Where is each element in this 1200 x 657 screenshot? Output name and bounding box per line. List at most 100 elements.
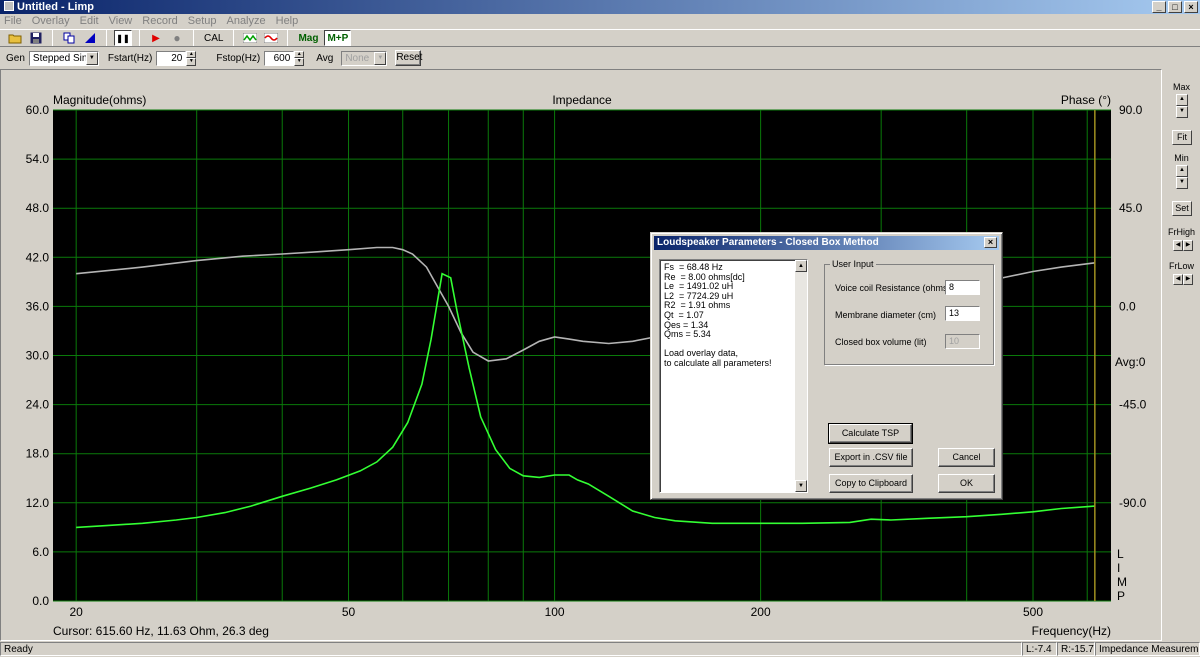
gen-label: Gen <box>6 52 25 64</box>
save-button[interactable] <box>27 30 45 46</box>
copy-button[interactable] <box>60 30 78 46</box>
frlow-label: FrLow <box>1168 261 1194 271</box>
green-trace-button[interactable] <box>241 30 259 46</box>
menu-help[interactable]: Help <box>276 14 299 28</box>
menu-overlay[interactable]: Overlay <box>32 14 70 28</box>
frlow-spinner[interactable]: ◀ ▶ <box>1173 274 1193 285</box>
set-button[interactable]: Set <box>1172 201 1192 216</box>
red-trace-icon <box>264 33 279 43</box>
y2-tick-label: 0.0 <box>1119 299 1136 313</box>
ok-button[interactable]: OK <box>938 474 995 493</box>
fstart-label: Fstart(Hz) <box>107 52 153 64</box>
fstart-input[interactable]: 20 <box>156 50 187 66</box>
frhigh-label: FrHigh <box>1167 227 1195 237</box>
y2-tick-label: -45.0 <box>1119 398 1147 412</box>
cal-button[interactable]: CAL <box>201 30 226 46</box>
y-tick-label: 42.0 <box>26 250 50 264</box>
membrane-input[interactable]: 13 <box>945 306 980 321</box>
cursor-readout: Cursor: 615.60 Hz, 11.63 Ohm, 26.3 deg <box>53 624 269 638</box>
fstop-spinner[interactable]: ▲ ▼ <box>294 50 305 66</box>
mp-button[interactable]: M+P <box>324 30 352 46</box>
voice-coil-label: Voice coil Resistance (ohms) <box>835 283 951 293</box>
y-tick-label: 36.0 <box>26 299 50 313</box>
box-volume-label: Closed box volume (lit) <box>835 337 927 347</box>
toolbar-separator <box>139 30 140 46</box>
x-axis-label: Frequency(Hz) <box>1032 624 1111 638</box>
gen-select[interactable]: Stepped Sine ▼ <box>28 50 99 66</box>
box-volume-input[interactable]: 10 <box>945 334 980 349</box>
min-label: Min <box>1174 153 1189 163</box>
green-trace-icon <box>243 33 258 43</box>
mag-button[interactable]: Mag <box>295 30 321 46</box>
minimize-button[interactable]: _ <box>1152 1 1166 13</box>
y-tick-label: 6.0 <box>32 545 49 559</box>
x-tick-label: 500 <box>1023 605 1043 619</box>
user-input-group: User Input Voice coil Resistance (ohms) … <box>824 259 994 365</box>
scroll-down-icon[interactable]: ▼ <box>795 480 807 492</box>
x-tick-label: 100 <box>545 605 565 619</box>
y2-axis-label: Phase (°) <box>1061 93 1111 107</box>
results-textbox[interactable]: Fs = 68.48 Hz Re = 8.00 ohms[dc] Le = 14… <box>659 259 808 493</box>
user-input-title: User Input <box>830 259 876 269</box>
toolbar-separator <box>287 30 289 46</box>
results-scrollbar[interactable]: ▲ ▼ <box>795 260 807 492</box>
menu-view[interactable]: View <box>109 14 133 28</box>
y-tick-label: 30.0 <box>26 349 50 363</box>
red-trace-button[interactable] <box>262 30 280 46</box>
fstop-input[interactable]: 600 <box>264 50 295 66</box>
record-button[interactable]: ● <box>168 30 186 46</box>
dialog-close-button[interactable]: × <box>984 237 997 248</box>
max-spinner[interactable]: ▲ ▼ <box>1176 94 1188 118</box>
max-label: Max <box>1172 82 1190 92</box>
y-tick-label: 0.0 <box>32 594 49 608</box>
frhigh-spinner[interactable]: ◀ ▶ <box>1173 240 1193 251</box>
menu-edit[interactable]: Edit <box>80 14 99 28</box>
result-line: Qms = 5.34 <box>664 329 711 340</box>
open-button[interactable] <box>6 30 24 46</box>
chevron-down-icon[interactable]: ▼ <box>374 51 387 65</box>
fstart-spinner[interactable]: ▲ ▼ <box>186 50 197 66</box>
toolbar-separator <box>106 30 107 46</box>
menu-bar: File Overlay Edit View Record Setup Anal… <box>0 14 1200 28</box>
menu-analyze[interactable]: Analyze <box>226 14 265 28</box>
calculate-tsp-button[interactable]: Calculate TSP <box>828 423 913 444</box>
avg-select[interactable]: None ▼ <box>341 50 388 66</box>
toolbar-separator <box>193 30 194 46</box>
x-tick-label: 50 <box>342 605 356 619</box>
menu-setup[interactable]: Setup <box>188 14 217 28</box>
fit-button[interactable]: Fit <box>1172 130 1192 145</box>
chevron-down-icon[interactable]: ▼ <box>85 51 98 65</box>
scale-panel: Max ▲ ▼ Fit Min ▲ ▼ Set FrHigh ◀ ▶ FrLow ◀ ▶ <box>1163 69 1200 641</box>
cancel-button[interactable]: Cancel <box>938 448 995 467</box>
voice-coil-input[interactable]: 8 <box>945 280 980 295</box>
menu-record[interactable]: Record <box>142 14 177 28</box>
marker-button[interactable] <box>81 30 99 46</box>
dialog-title-bar: Loudspeaker Parameters - Closed Box Meth… <box>654 236 999 250</box>
status-bar: Ready L:-7.4 R:-15.7 Impedance Measureme… <box>0 642 1200 657</box>
maximize-button[interactable]: □ <box>1168 1 1182 13</box>
status-right-level: R:-15.7 <box>1057 642 1095 656</box>
export-csv-button[interactable]: Export in .CSV file <box>829 448 913 467</box>
reset-button[interactable]: Reset <box>395 50 422 66</box>
avg-label: Avg:0 <box>1115 355 1146 369</box>
app-icon <box>4 1 14 11</box>
menu-file[interactable]: File <box>4 14 22 28</box>
pause-button[interactable]: ❚❚ <box>114 30 132 46</box>
play-button[interactable]: ▶ <box>147 30 165 46</box>
x-tick-label: 200 <box>751 605 771 619</box>
folder-icon <box>8 34 22 44</box>
copy-clipboard-button[interactable]: Copy to Clipboard <box>829 474 913 493</box>
loudspeaker-parameters-dialog: Loudspeaker Parameters - Closed Box Meth… <box>650 232 1003 500</box>
window-title: Untitled - Limp <box>17 1 94 13</box>
min-spinner[interactable]: ▲ ▼ <box>1176 165 1188 189</box>
brand-letter: M <box>1117 575 1127 589</box>
scroll-up-icon[interactable]: ▲ <box>795 260 807 272</box>
y-tick-label: 18.0 <box>26 447 50 461</box>
close-button[interactable]: × <box>1184 1 1198 13</box>
membrane-label: Membrane diameter (cm) <box>835 310 937 320</box>
chart-title: Impedance <box>552 93 612 107</box>
y-tick-label: 48.0 <box>26 201 50 215</box>
y-tick-label: 60.0 <box>26 103 50 117</box>
y-tick-label: 12.0 <box>26 496 50 510</box>
result-line: to calculate all parameters! <box>664 357 772 368</box>
